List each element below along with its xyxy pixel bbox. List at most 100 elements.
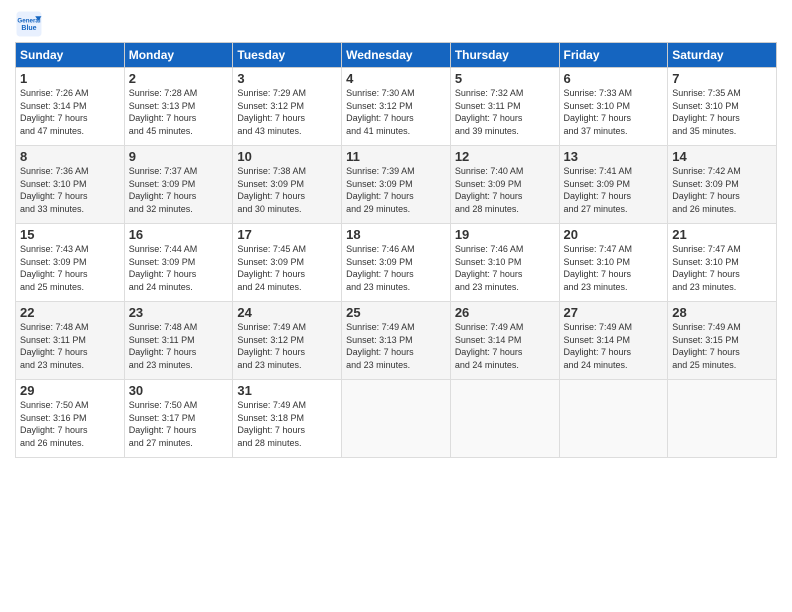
day-cell: 9Sunrise: 7:37 AM Sunset: 3:09 PM Daylig…: [124, 146, 233, 224]
calendar-header-row: SundayMondayTuesdayWednesdayThursdayFrid…: [16, 43, 777, 68]
day-cell: 2Sunrise: 7:28 AM Sunset: 3:13 PM Daylig…: [124, 68, 233, 146]
day-number: 1: [20, 71, 120, 86]
week-row-5: 29Sunrise: 7:50 AM Sunset: 3:16 PM Dayli…: [16, 380, 777, 458]
day-info: Sunrise: 7:49 AM Sunset: 3:15 PM Dayligh…: [672, 321, 772, 371]
calendar-table: SundayMondayTuesdayWednesdayThursdayFrid…: [15, 42, 777, 458]
logo-icon: General Blue: [15, 10, 43, 38]
day-info: Sunrise: 7:45 AM Sunset: 3:09 PM Dayligh…: [237, 243, 337, 293]
day-cell: 4Sunrise: 7:30 AM Sunset: 3:12 PM Daylig…: [342, 68, 451, 146]
col-header-wednesday: Wednesday: [342, 43, 451, 68]
day-cell: 18Sunrise: 7:46 AM Sunset: 3:09 PM Dayli…: [342, 224, 451, 302]
day-number: 8: [20, 149, 120, 164]
day-number: 26: [455, 305, 555, 320]
day-number: 2: [129, 71, 229, 86]
day-info: Sunrise: 7:35 AM Sunset: 3:10 PM Dayligh…: [672, 87, 772, 137]
day-number: 29: [20, 383, 120, 398]
day-info: Sunrise: 7:32 AM Sunset: 3:11 PM Dayligh…: [455, 87, 555, 137]
day-info: Sunrise: 7:50 AM Sunset: 3:17 PM Dayligh…: [129, 399, 229, 449]
page: General Blue SundayMondayTuesdayWednesda…: [0, 0, 792, 468]
day-info: Sunrise: 7:36 AM Sunset: 3:10 PM Dayligh…: [20, 165, 120, 215]
day-number: 12: [455, 149, 555, 164]
col-header-sunday: Sunday: [16, 43, 125, 68]
day-info: Sunrise: 7:30 AM Sunset: 3:12 PM Dayligh…: [346, 87, 446, 137]
day-number: 20: [564, 227, 664, 242]
day-cell: 27Sunrise: 7:49 AM Sunset: 3:14 PM Dayli…: [559, 302, 668, 380]
day-info: Sunrise: 7:50 AM Sunset: 3:16 PM Dayligh…: [20, 399, 120, 449]
day-cell: [342, 380, 451, 458]
day-cell: 15Sunrise: 7:43 AM Sunset: 3:09 PM Dayli…: [16, 224, 125, 302]
day-number: 4: [346, 71, 446, 86]
day-info: Sunrise: 7:49 AM Sunset: 3:14 PM Dayligh…: [564, 321, 664, 371]
day-cell: 23Sunrise: 7:48 AM Sunset: 3:11 PM Dayli…: [124, 302, 233, 380]
day-cell: 5Sunrise: 7:32 AM Sunset: 3:11 PM Daylig…: [450, 68, 559, 146]
day-cell: 29Sunrise: 7:50 AM Sunset: 3:16 PM Dayli…: [16, 380, 125, 458]
day-number: 10: [237, 149, 337, 164]
day-cell: 6Sunrise: 7:33 AM Sunset: 3:10 PM Daylig…: [559, 68, 668, 146]
day-info: Sunrise: 7:47 AM Sunset: 3:10 PM Dayligh…: [672, 243, 772, 293]
day-number: 7: [672, 71, 772, 86]
day-cell: 12Sunrise: 7:40 AM Sunset: 3:09 PM Dayli…: [450, 146, 559, 224]
day-number: 9: [129, 149, 229, 164]
day-cell: 1Sunrise: 7:26 AM Sunset: 3:14 PM Daylig…: [16, 68, 125, 146]
day-number: 14: [672, 149, 772, 164]
day-cell: 24Sunrise: 7:49 AM Sunset: 3:12 PM Dayli…: [233, 302, 342, 380]
day-cell: 7Sunrise: 7:35 AM Sunset: 3:10 PM Daylig…: [668, 68, 777, 146]
day-cell: 25Sunrise: 7:49 AM Sunset: 3:13 PM Dayli…: [342, 302, 451, 380]
day-info: Sunrise: 7:42 AM Sunset: 3:09 PM Dayligh…: [672, 165, 772, 215]
day-number: 5: [455, 71, 555, 86]
day-cell: 8Sunrise: 7:36 AM Sunset: 3:10 PM Daylig…: [16, 146, 125, 224]
col-header-friday: Friday: [559, 43, 668, 68]
day-info: Sunrise: 7:38 AM Sunset: 3:09 PM Dayligh…: [237, 165, 337, 215]
day-cell: 26Sunrise: 7:49 AM Sunset: 3:14 PM Dayli…: [450, 302, 559, 380]
day-info: Sunrise: 7:49 AM Sunset: 3:12 PM Dayligh…: [237, 321, 337, 371]
day-cell: 28Sunrise: 7:49 AM Sunset: 3:15 PM Dayli…: [668, 302, 777, 380]
day-info: Sunrise: 7:46 AM Sunset: 3:10 PM Dayligh…: [455, 243, 555, 293]
day-number: 27: [564, 305, 664, 320]
day-info: Sunrise: 7:39 AM Sunset: 3:09 PM Dayligh…: [346, 165, 446, 215]
day-cell: 30Sunrise: 7:50 AM Sunset: 3:17 PM Dayli…: [124, 380, 233, 458]
day-cell: 21Sunrise: 7:47 AM Sunset: 3:10 PM Dayli…: [668, 224, 777, 302]
day-info: Sunrise: 7:46 AM Sunset: 3:09 PM Dayligh…: [346, 243, 446, 293]
day-number: 23: [129, 305, 229, 320]
day-cell: 3Sunrise: 7:29 AM Sunset: 3:12 PM Daylig…: [233, 68, 342, 146]
day-cell: [668, 380, 777, 458]
day-number: 15: [20, 227, 120, 242]
day-number: 3: [237, 71, 337, 86]
day-info: Sunrise: 7:43 AM Sunset: 3:09 PM Dayligh…: [20, 243, 120, 293]
day-cell: 22Sunrise: 7:48 AM Sunset: 3:11 PM Dayli…: [16, 302, 125, 380]
day-number: 11: [346, 149, 446, 164]
day-cell: 31Sunrise: 7:49 AM Sunset: 3:18 PM Dayli…: [233, 380, 342, 458]
day-info: Sunrise: 7:37 AM Sunset: 3:09 PM Dayligh…: [129, 165, 229, 215]
day-info: Sunrise: 7:48 AM Sunset: 3:11 PM Dayligh…: [20, 321, 120, 371]
day-cell: [559, 380, 668, 458]
day-info: Sunrise: 7:40 AM Sunset: 3:09 PM Dayligh…: [455, 165, 555, 215]
day-number: 31: [237, 383, 337, 398]
logo: General Blue: [15, 10, 47, 38]
calendar-body: 1Sunrise: 7:26 AM Sunset: 3:14 PM Daylig…: [16, 68, 777, 458]
col-header-thursday: Thursday: [450, 43, 559, 68]
day-info: Sunrise: 7:26 AM Sunset: 3:14 PM Dayligh…: [20, 87, 120, 137]
day-number: 24: [237, 305, 337, 320]
day-info: Sunrise: 7:29 AM Sunset: 3:12 PM Dayligh…: [237, 87, 337, 137]
day-cell: 11Sunrise: 7:39 AM Sunset: 3:09 PM Dayli…: [342, 146, 451, 224]
day-info: Sunrise: 7:41 AM Sunset: 3:09 PM Dayligh…: [564, 165, 664, 215]
day-number: 17: [237, 227, 337, 242]
col-header-monday: Monday: [124, 43, 233, 68]
header: General Blue: [15, 10, 777, 38]
day-number: 16: [129, 227, 229, 242]
day-number: 28: [672, 305, 772, 320]
day-cell: 19Sunrise: 7:46 AM Sunset: 3:10 PM Dayli…: [450, 224, 559, 302]
svg-text:Blue: Blue: [21, 25, 36, 32]
day-info: Sunrise: 7:47 AM Sunset: 3:10 PM Dayligh…: [564, 243, 664, 293]
col-header-saturday: Saturday: [668, 43, 777, 68]
col-header-tuesday: Tuesday: [233, 43, 342, 68]
day-cell: 14Sunrise: 7:42 AM Sunset: 3:09 PM Dayli…: [668, 146, 777, 224]
day-number: 6: [564, 71, 664, 86]
day-info: Sunrise: 7:44 AM Sunset: 3:09 PM Dayligh…: [129, 243, 229, 293]
day-info: Sunrise: 7:48 AM Sunset: 3:11 PM Dayligh…: [129, 321, 229, 371]
day-number: 22: [20, 305, 120, 320]
day-cell: 13Sunrise: 7:41 AM Sunset: 3:09 PM Dayli…: [559, 146, 668, 224]
week-row-1: 1Sunrise: 7:26 AM Sunset: 3:14 PM Daylig…: [16, 68, 777, 146]
day-number: 13: [564, 149, 664, 164]
week-row-2: 8Sunrise: 7:36 AM Sunset: 3:10 PM Daylig…: [16, 146, 777, 224]
